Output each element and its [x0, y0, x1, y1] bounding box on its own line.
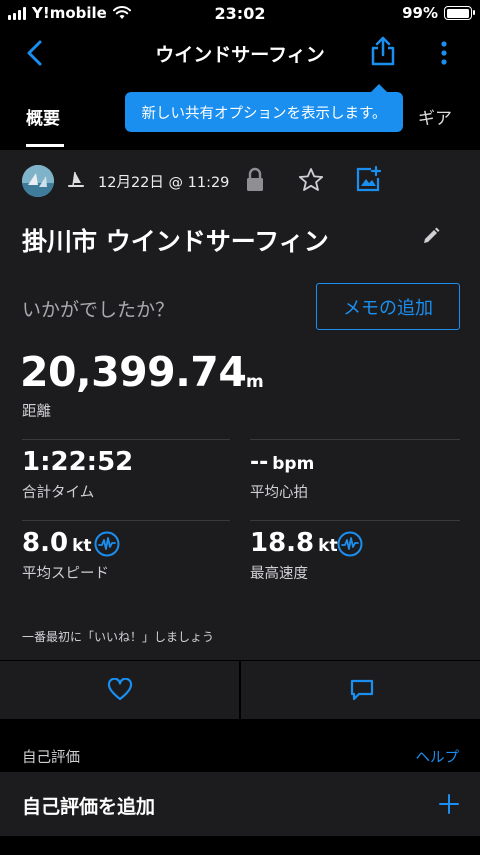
- status-right: 99%: [402, 4, 475, 22]
- plus-icon[interactable]: [439, 794, 459, 814]
- tab-active-indicator: [26, 144, 64, 147]
- star-icon[interactable]: [298, 167, 324, 193]
- share-tooltip[interactable]: 新しい共有オプションを表示します。: [125, 84, 403, 132]
- add-memo-button[interactable]: メモの追加: [316, 283, 460, 330]
- avatar[interactable]: [22, 165, 54, 197]
- edit-icon[interactable]: [421, 226, 441, 246]
- divider: [22, 520, 230, 521]
- self-eval-section-label: 自己評価: [22, 750, 80, 766]
- divider: [250, 520, 460, 521]
- distance-value: 20,399.74: [20, 348, 247, 396]
- activity-meta-row: 12月22日 @ 11:29: [22, 164, 462, 198]
- lock-icon[interactable]: [244, 167, 266, 193]
- windsurf-icon: [68, 171, 84, 187]
- activity-title: 掛川市 ウインドサーフィン: [22, 227, 329, 256]
- tab-overview[interactable]: 概要: [26, 104, 60, 129]
- distance-unit: m: [246, 372, 264, 392]
- avg-speed-value: 8.0 kt: [22, 528, 92, 558]
- feedback-prompt: いかがでしたか？: [22, 299, 175, 321]
- battery-icon: [444, 6, 475, 20]
- like-button[interactable]: [0, 661, 239, 719]
- max-speed-value: 18.8 kt: [250, 528, 338, 558]
- comment-button[interactable]: [241, 661, 480, 719]
- tab-gear[interactable]: ギア: [418, 104, 452, 129]
- avg-hr-label: 平均心拍: [250, 485, 308, 501]
- battery-percent: 99%: [402, 4, 438, 22]
- status-bar: Y!mobile 23:02 99%: [0, 0, 480, 28]
- activity-card: 12月22日 @ 11:29 掛川市 ウインドサーフィン いかがでしたか？ メモ…: [0, 150, 480, 660]
- nav-bar: ウインドサーフィン: [0, 28, 480, 78]
- help-link[interactable]: ヘルプ: [416, 746, 460, 767]
- add-self-eval-row[interactable]: 自己評価を追加: [0, 772, 480, 836]
- avg-speed-label: 平均スピード: [22, 566, 109, 582]
- divider: [22, 439, 230, 440]
- share-icon[interactable]: [369, 36, 397, 66]
- heart-icon: [107, 678, 133, 701]
- total-time-value: 1:22:52: [22, 447, 134, 477]
- tab-bar: 概要 ギア 新しい共有オプションを表示します。: [0, 78, 480, 150]
- page-title: ウインドサーフィン: [155, 44, 325, 66]
- speed-chart-icon[interactable]: [94, 531, 120, 557]
- divider: [250, 439, 460, 440]
- max-speed-label: 最高速度: [250, 566, 308, 582]
- like-prompt: 一番最初に「いいね！」しましょう: [22, 630, 215, 644]
- total-time-label: 合計タイム: [22, 485, 95, 501]
- avg-hr-value: -- bpm: [250, 450, 315, 475]
- more-icon[interactable]: [436, 40, 452, 66]
- activity-date: 12月22日 @ 11:29: [98, 175, 230, 191]
- distance-label: 距離: [22, 404, 51, 420]
- speed-chart-icon[interactable]: [337, 531, 363, 557]
- action-bar: [0, 661, 480, 719]
- add-photo-icon[interactable]: [354, 165, 382, 193]
- comment-icon: [350, 679, 374, 701]
- add-self-eval-label: 自己評価を追加: [22, 796, 156, 818]
